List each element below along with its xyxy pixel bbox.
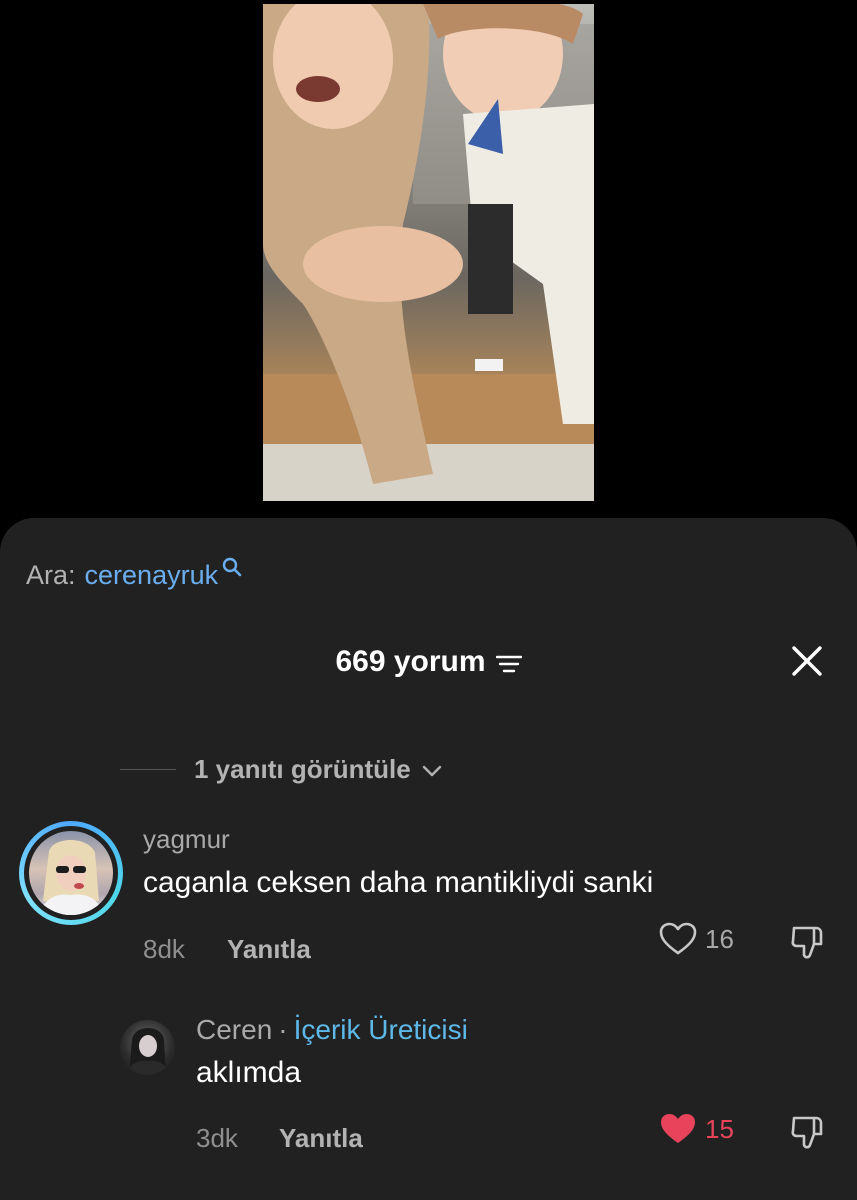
avatar-creator[interactable] xyxy=(120,1020,175,1075)
like-button[interactable]: 15 xyxy=(659,1112,734,1146)
creator-badge: İçerik Üreticisi xyxy=(293,1014,468,1045)
search-prefix: Ara: xyxy=(26,560,76,590)
dislike-icon[interactable] xyxy=(788,1112,828,1152)
filter-icon[interactable] xyxy=(495,654,522,674)
view-replies-button[interactable]: 1 yanıtı görüntüle xyxy=(120,754,443,785)
video-thumbnail[interactable] xyxy=(263,4,594,501)
heart-filled-icon xyxy=(661,1114,695,1143)
close-icon[interactable] xyxy=(790,644,824,678)
comment-text: aklımda xyxy=(196,1056,302,1089)
search-term-link[interactable]: cerenayruk xyxy=(85,560,219,591)
avatar[interactable] xyxy=(19,821,123,925)
video-area[interactable] xyxy=(0,0,857,520)
comment-timestamp: 8dk xyxy=(143,934,185,964)
chevron-down-icon xyxy=(422,765,441,776)
heart-outline-icon xyxy=(659,922,697,955)
view-replies-label: 1 yanıtı görüntüle xyxy=(194,754,411,784)
like-count: 16 xyxy=(705,923,734,954)
search-suggestion[interactable]: Ara: cerenayruk xyxy=(26,557,243,591)
video-frame-image xyxy=(263,4,594,501)
like-button[interactable]: 16 xyxy=(659,922,734,956)
comment-timestamp: 3dk xyxy=(196,1123,238,1153)
comment-meta: Ceren · İçerik Üreticisi xyxy=(196,1014,468,1046)
comment-username[interactable]: yagmur xyxy=(143,824,230,855)
like-count: 15 xyxy=(705,1113,734,1144)
comment-username[interactable]: Ceren xyxy=(196,1014,272,1046)
comments-count: 669 yorum xyxy=(335,645,486,678)
avatar-image xyxy=(39,839,103,915)
comments-header: 669 yorum xyxy=(0,642,857,682)
meta-separator: · xyxy=(278,1014,288,1045)
dislike-icon[interactable] xyxy=(788,922,828,962)
comment-text: caganla ceksen daha mantikliydi sanki xyxy=(143,866,654,899)
thread-divider xyxy=(120,768,176,771)
comments-sheet: Ara: cerenayruk 669 yorum 1 yanıtı görün… xyxy=(0,518,857,1200)
reply-button[interactable]: Yanıtla xyxy=(279,1123,363,1154)
reply-button[interactable]: Yanıtla xyxy=(227,934,311,965)
avatar-image xyxy=(126,1028,170,1075)
search-icon xyxy=(222,557,242,577)
